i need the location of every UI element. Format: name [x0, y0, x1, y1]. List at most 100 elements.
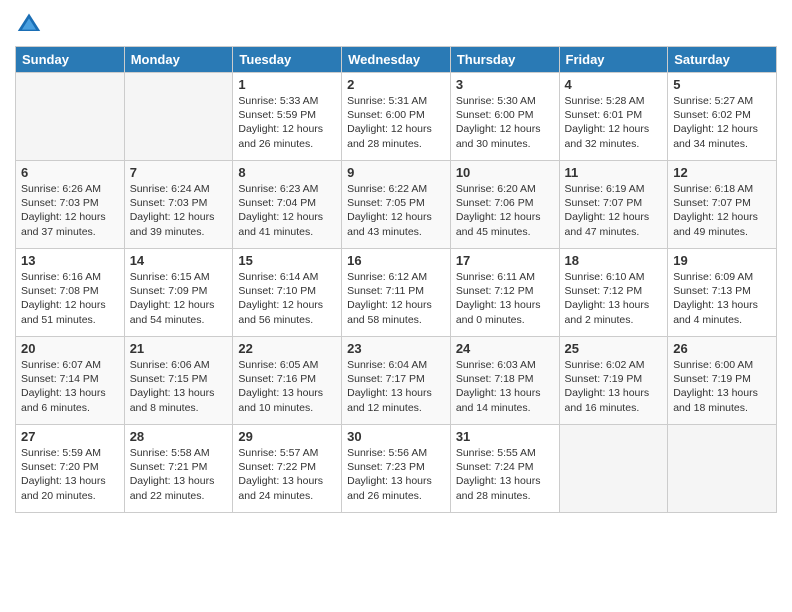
calendar-cell: 3Sunrise: 5:30 AM Sunset: 6:00 PM Daylig…: [450, 73, 559, 161]
week-row-3: 13 Sunrise: 6:16 AM Sunset: 7:08 PM Dayli…: [16, 249, 777, 337]
week-row-4: 20 Sunrise: 6:07 AM Sunset: 7:14 PM Dayli…: [16, 337, 777, 425]
calendar-cell: 31 Sunrise: 5:55 AM Sunset: 7:24 PM Dayli…: [450, 425, 559, 513]
day-header-saturday: Saturday: [668, 47, 777, 73]
day-info: Sunrise: 5:56 AM Sunset: 7:23 PM Dayligh…: [347, 446, 445, 503]
calendar-cell: 4Sunrise: 5:28 AM Sunset: 6:01 PM Daylig…: [559, 73, 668, 161]
day-number: 28: [130, 429, 228, 444]
day-info: Sunrise: 6:19 AM Sunset: 7:07 PM Dayligh…: [565, 182, 663, 239]
day-number: 25: [565, 341, 663, 356]
calendar-cell: 5 Sunrise: 5:27 AM Sunset: 6:02 PM Daylig…: [668, 73, 777, 161]
header-row: SundayMondayTuesdayWednesdayThursdayFrid…: [16, 47, 777, 73]
day-number: 27: [21, 429, 119, 444]
day-number: 15: [238, 253, 336, 268]
day-number: 14: [130, 253, 228, 268]
day-number: 31: [456, 429, 554, 444]
calendar-cell: 1 Sunrise: 5:33 AM Sunset: 5:59 PM Daylig…: [233, 73, 342, 161]
day-number: 7: [130, 165, 228, 180]
day-header-friday: Friday: [559, 47, 668, 73]
day-number: 1: [238, 77, 336, 92]
day-number: 24: [456, 341, 554, 356]
page-header: [15, 10, 777, 38]
calendar-cell: [16, 73, 125, 161]
day-info: Sunrise: 6:15 AM Sunset: 7:09 PM Dayligh…: [130, 270, 228, 327]
day-info: Sunrise: 6:11 AM Sunset: 7:12 PM Dayligh…: [456, 270, 554, 327]
day-info: Sunrise: 5:30 AM Sunset: 6:00 PM Dayligh…: [456, 94, 554, 151]
calendar-cell: 21Sunrise: 6:06 AM Sunset: 7:15 PM Dayli…: [124, 337, 233, 425]
calendar-cell: 17 Sunrise: 6:11 AM Sunset: 7:12 PM Dayli…: [450, 249, 559, 337]
day-info: Sunrise: 6:09 AM Sunset: 7:13 PM Dayligh…: [673, 270, 771, 327]
calendar-cell: 2 Sunrise: 5:31 AM Sunset: 6:00 PM Daylig…: [342, 73, 451, 161]
day-info: Sunrise: 5:33 AM Sunset: 5:59 PM Dayligh…: [238, 94, 336, 151]
calendar-cell: 25Sunrise: 6:02 AM Sunset: 7:19 PM Dayli…: [559, 337, 668, 425]
day-number: 22: [238, 341, 336, 356]
day-info: Sunrise: 6:24 AM Sunset: 7:03 PM Dayligh…: [130, 182, 228, 239]
logo: [15, 10, 47, 38]
calendar-cell: 19 Sunrise: 6:09 AM Sunset: 7:13 PM Dayli…: [668, 249, 777, 337]
calendar-cell: [668, 425, 777, 513]
calendar-cell: 23 Sunrise: 6:04 AM Sunset: 7:17 PM Dayli…: [342, 337, 451, 425]
calendar-cell: [124, 73, 233, 161]
calendar-cell: 14 Sunrise: 6:15 AM Sunset: 7:09 PM Dayli…: [124, 249, 233, 337]
calendar-cell: 9Sunrise: 6:22 AM Sunset: 7:05 PM Daylig…: [342, 161, 451, 249]
calendar-cell: 12 Sunrise: 6:18 AM Sunset: 7:07 PM Dayli…: [668, 161, 777, 249]
day-number: 21: [130, 341, 228, 356]
day-number: 29: [238, 429, 336, 444]
day-info: Sunrise: 6:14 AM Sunset: 7:10 PM Dayligh…: [238, 270, 336, 327]
calendar-cell: 29Sunrise: 5:57 AM Sunset: 7:22 PM Dayli…: [233, 425, 342, 513]
day-number: 20: [21, 341, 119, 356]
day-number: 30: [347, 429, 445, 444]
calendar-cell: 13 Sunrise: 6:16 AM Sunset: 7:08 PM Dayli…: [16, 249, 125, 337]
day-info: Sunrise: 5:55 AM Sunset: 7:24 PM Dayligh…: [456, 446, 554, 503]
day-number: 19: [673, 253, 771, 268]
calendar-cell: 15 Sunrise: 6:14 AM Sunset: 7:10 PM Dayli…: [233, 249, 342, 337]
calendar-cell: 30 Sunrise: 5:56 AM Sunset: 7:23 PM Dayli…: [342, 425, 451, 513]
day-number: 18: [565, 253, 663, 268]
day-number: 26: [673, 341, 771, 356]
day-info: Sunrise: 6:04 AM Sunset: 7:17 PM Dayligh…: [347, 358, 445, 415]
day-number: 11: [565, 165, 663, 180]
logo-icon: [15, 10, 43, 38]
day-info: Sunrise: 6:18 AM Sunset: 7:07 PM Dayligh…: [673, 182, 771, 239]
day-info: Sunrise: 5:31 AM Sunset: 6:00 PM Dayligh…: [347, 94, 445, 151]
day-number: 10: [456, 165, 554, 180]
calendar-cell: [559, 425, 668, 513]
day-header-tuesday: Tuesday: [233, 47, 342, 73]
calendar-cell: 8 Sunrise: 6:23 AM Sunset: 7:04 PM Daylig…: [233, 161, 342, 249]
day-header-wednesday: Wednesday: [342, 47, 451, 73]
day-info: Sunrise: 6:20 AM Sunset: 7:06 PM Dayligh…: [456, 182, 554, 239]
day-number: 23: [347, 341, 445, 356]
day-number: 16: [347, 253, 445, 268]
day-info: Sunrise: 6:10 AM Sunset: 7:12 PM Dayligh…: [565, 270, 663, 327]
day-number: 13: [21, 253, 119, 268]
day-number: 17: [456, 253, 554, 268]
day-info: Sunrise: 6:23 AM Sunset: 7:04 PM Dayligh…: [238, 182, 336, 239]
calendar-cell: 22Sunrise: 6:05 AM Sunset: 7:16 PM Dayli…: [233, 337, 342, 425]
calendar-cell: 18 Sunrise: 6:10 AM Sunset: 7:12 PM Dayli…: [559, 249, 668, 337]
day-info: Sunrise: 6:16 AM Sunset: 7:08 PM Dayligh…: [21, 270, 119, 327]
day-header-monday: Monday: [124, 47, 233, 73]
day-number: 2: [347, 77, 445, 92]
week-row-1: 1 Sunrise: 5:33 AM Sunset: 5:59 PM Daylig…: [16, 73, 777, 161]
day-number: 8: [238, 165, 336, 180]
calendar-cell: 10 Sunrise: 6:20 AM Sunset: 7:06 PM Dayli…: [450, 161, 559, 249]
day-info: Sunrise: 6:22 AM Sunset: 7:05 PM Dayligh…: [347, 182, 445, 239]
day-header-sunday: Sunday: [16, 47, 125, 73]
day-info: Sunrise: 5:27 AM Sunset: 6:02 PM Dayligh…: [673, 94, 771, 151]
calendar-cell: 6 Sunrise: 6:26 AM Sunset: 7:03 PM Daylig…: [16, 161, 125, 249]
calendar-cell: 16Sunrise: 6:12 AM Sunset: 7:11 PM Dayli…: [342, 249, 451, 337]
calendar-cell: 11 Sunrise: 6:19 AM Sunset: 7:07 PM Dayli…: [559, 161, 668, 249]
calendar-cell: 24Sunrise: 6:03 AM Sunset: 7:18 PM Dayli…: [450, 337, 559, 425]
day-info: Sunrise: 6:07 AM Sunset: 7:14 PM Dayligh…: [21, 358, 119, 415]
day-number: 5: [673, 77, 771, 92]
day-info: Sunrise: 5:28 AM Sunset: 6:01 PM Dayligh…: [565, 94, 663, 151]
day-info: Sunrise: 6:26 AM Sunset: 7:03 PM Dayligh…: [21, 182, 119, 239]
calendar-cell: 28 Sunrise: 5:58 AM Sunset: 7:21 PM Dayli…: [124, 425, 233, 513]
day-number: 12: [673, 165, 771, 180]
day-header-thursday: Thursday: [450, 47, 559, 73]
calendar-cell: 27 Sunrise: 5:59 AM Sunset: 7:20 PM Dayli…: [16, 425, 125, 513]
day-info: Sunrise: 5:58 AM Sunset: 7:21 PM Dayligh…: [130, 446, 228, 503]
day-info: Sunrise: 5:59 AM Sunset: 7:20 PM Dayligh…: [21, 446, 119, 503]
day-number: 6: [21, 165, 119, 180]
calendar-table: SundayMondayTuesdayWednesdayThursdayFrid…: [15, 46, 777, 513]
calendar-cell: 20 Sunrise: 6:07 AM Sunset: 7:14 PM Dayli…: [16, 337, 125, 425]
